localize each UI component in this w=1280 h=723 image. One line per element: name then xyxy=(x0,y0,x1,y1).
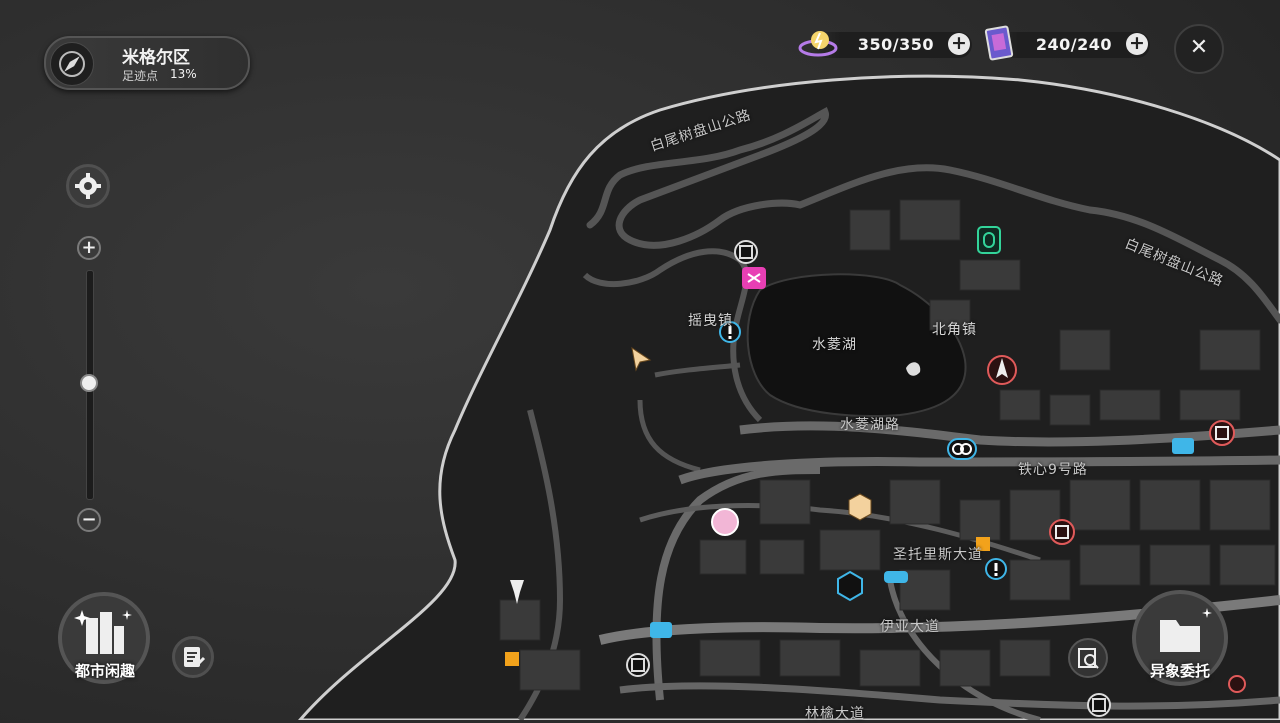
battery-resource: 350/350 + xyxy=(798,31,972,58)
lake-label: 水菱湖 xyxy=(812,337,857,353)
quest-marker-2[interactable] xyxy=(985,558,1007,580)
film-resource: 240/240 + xyxy=(984,25,1150,61)
footprint-percent: 13% xyxy=(170,67,197,81)
road-label: 铁心9号路 xyxy=(1018,462,1088,478)
zoom-out-button[interactable]: − xyxy=(77,508,101,532)
city-map[interactable] xyxy=(0,0,1280,720)
add-battery-button[interactable]: + xyxy=(948,33,970,55)
add-film-button[interactable]: + xyxy=(1126,33,1148,55)
film-card-icon xyxy=(984,25,1014,61)
quest-marker-double[interactable] xyxy=(947,438,977,460)
close-button[interactable]: ✕ xyxy=(1174,24,1224,74)
town-label: 北角镇 xyxy=(932,322,977,338)
district-card[interactable]: 米格尔区 足迹点 13% xyxy=(44,36,250,90)
footprint-label: 足迹点 xyxy=(122,69,159,83)
vendor-marker[interactable] xyxy=(1209,420,1235,446)
district-name: 米格尔区 xyxy=(122,48,190,68)
event-marker[interactable] xyxy=(742,267,766,289)
magnet-marker[interactable] xyxy=(837,570,863,602)
shop-building-marker-2[interactable] xyxy=(505,652,519,666)
battery-value: 350/350 xyxy=(857,35,934,54)
town-label: 摇曳镇 xyxy=(688,313,733,329)
small-vendor-marker[interactable] xyxy=(1228,675,1246,693)
battery-charge-icon xyxy=(798,31,838,57)
road-label: 水菱湖路 xyxy=(840,417,900,433)
shop-marker[interactable] xyxy=(734,240,758,264)
shop-marker-3[interactable] xyxy=(1087,693,1111,717)
zoom-slider-handle[interactable] xyxy=(80,374,98,392)
gear-icon xyxy=(75,173,101,199)
settings-button[interactable] xyxy=(66,164,110,208)
shop-marker-2[interactable] xyxy=(626,653,650,677)
notepad-edit-icon xyxy=(184,647,206,667)
hollow-gate-marker[interactable] xyxy=(977,226,1001,254)
car-marker[interactable] xyxy=(884,571,908,583)
road-label: 伊亚大道 xyxy=(880,619,940,635)
city-leisure-label: 都市闲趣 xyxy=(74,662,135,680)
rocket-marker[interactable] xyxy=(987,355,1017,385)
zoom-in-button[interactable]: + xyxy=(77,236,101,260)
mystery-box-marker[interactable] xyxy=(848,493,872,521)
map-search-icon xyxy=(1078,648,1099,669)
compass-icon xyxy=(50,42,94,86)
road-label: 圣托里斯大道 xyxy=(893,547,983,563)
repair-shop-marker[interactable] xyxy=(1172,438,1194,454)
film-value: 240/240 xyxy=(1035,35,1112,54)
vendor-marker-2[interactable] xyxy=(1049,519,1075,545)
character-marker[interactable] xyxy=(711,508,739,536)
anomaly-commission-label: 异象委托 xyxy=(1149,662,1210,680)
memo-button[interactable] xyxy=(172,636,214,678)
repair-shop-marker-2[interactable] xyxy=(650,622,672,638)
map-search-button[interactable] xyxy=(1068,638,1108,678)
road-label: 林檎大道 xyxy=(805,706,865,722)
